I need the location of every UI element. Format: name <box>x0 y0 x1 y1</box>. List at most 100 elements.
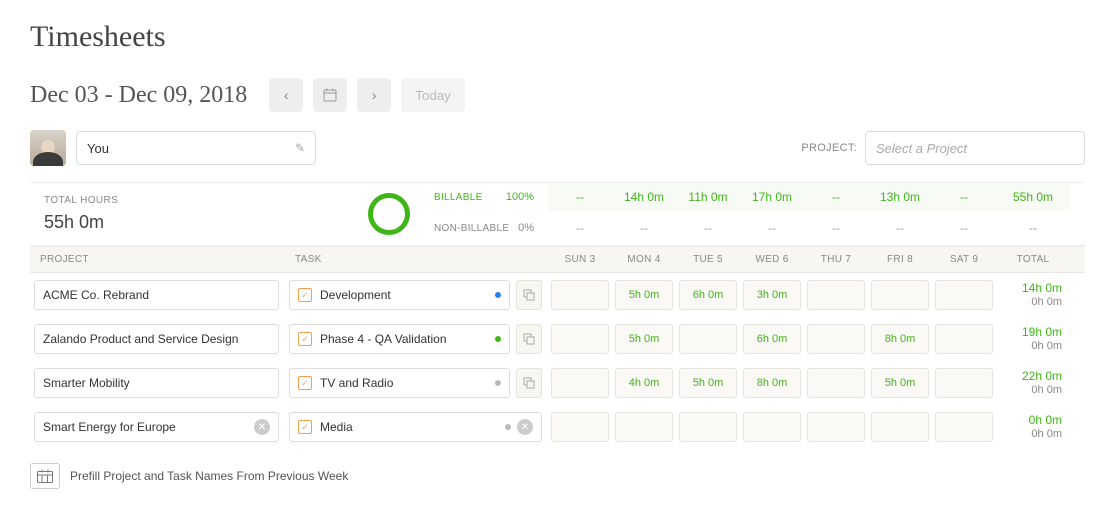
status-dot <box>495 336 501 342</box>
time-input[interactable] <box>871 280 929 310</box>
table-row: ACME Co. Rebrand ✓Development 14h 0m0h 0m <box>30 273 1085 317</box>
time-input[interactable] <box>551 280 609 310</box>
col-day: WED 6 <box>740 247 804 272</box>
time-input[interactable] <box>743 412 801 442</box>
page-title: Timesheets <box>30 20 1085 54</box>
nonbillable-day: -- <box>932 214 996 242</box>
next-week-button[interactable]: › <box>357 78 391 112</box>
prefill-button[interactable] <box>30 463 60 489</box>
row-total: 0h 0m0h 0m <box>996 413 1070 442</box>
time-input[interactable] <box>551 368 609 398</box>
project-name: Smarter Mobility <box>43 376 130 390</box>
time-input[interactable] <box>743 324 801 354</box>
pencil-icon: ✎ <box>295 141 305 155</box>
task-icon: ✓ <box>298 288 312 302</box>
time-input[interactable] <box>807 412 865 442</box>
billable-day: -- <box>804 183 868 211</box>
user-selector[interactable]: You ✎ <box>76 131 316 165</box>
task-icon: ✓ <box>298 376 312 390</box>
prev-week-button[interactable]: ‹ <box>269 78 303 112</box>
billable-day: -- <box>548 183 612 211</box>
time-input[interactable] <box>935 324 993 354</box>
task-input[interactable]: ✓ Media ✕ <box>289 412 542 442</box>
billable-day: 13h 0m <box>868 183 932 211</box>
expand-icon <box>523 333 535 345</box>
status-dot <box>505 424 511 430</box>
task-name: Phase 4 - QA Validation <box>320 332 447 346</box>
today-button[interactable]: Today <box>401 78 465 112</box>
project-filter-select[interactable]: Select a Project <box>865 131 1085 165</box>
task-input[interactable]: ✓ Phase 4 - QA Validation <box>289 324 510 354</box>
project-input[interactable]: Smart Energy for Europe ✕ <box>34 412 279 442</box>
date-range: Dec 03 - Dec 09, 2018 <box>30 82 247 109</box>
prefill-icon <box>37 469 53 483</box>
task-name: Media <box>320 420 353 434</box>
clear-project-button[interactable]: ✕ <box>254 419 270 435</box>
total-hours-label: TOTAL HOURS <box>44 195 336 206</box>
col-day: SUN 3 <box>548 247 612 272</box>
billable-day: 17h 0m <box>740 183 804 211</box>
time-input[interactable] <box>807 280 865 310</box>
time-input[interactable] <box>679 368 737 398</box>
task-input[interactable]: ✓TV and Radio <box>289 368 510 398</box>
prefill-label: Prefill Project and Task Names From Prev… <box>70 469 348 483</box>
row-total: 14h 0m0h 0m <box>996 281 1070 310</box>
time-input[interactable] <box>615 412 673 442</box>
task-icon: ✓ <box>298 332 312 346</box>
time-input[interactable] <box>807 324 865 354</box>
task-icon: ✓ <box>298 420 312 434</box>
table-row: Smarter Mobility✓TV and Radio22h 0m0h 0m <box>30 361 1085 405</box>
time-input[interactable] <box>615 280 673 310</box>
avatar <box>30 130 66 166</box>
time-input[interactable] <box>679 324 737 354</box>
project-name: Smart Energy for Europe <box>43 420 176 434</box>
time-input[interactable] <box>935 280 993 310</box>
nonbillable-day: -- <box>868 214 932 242</box>
time-input[interactable] <box>743 280 801 310</box>
expand-row-button[interactable] <box>516 280 542 310</box>
time-input[interactable] <box>551 412 609 442</box>
time-input[interactable] <box>615 368 673 398</box>
expand-row-button[interactable] <box>516 368 542 398</box>
expand-icon <box>523 289 535 301</box>
time-input[interactable] <box>935 412 993 442</box>
total-hours-value: 55h 0m <box>44 212 336 233</box>
project-name: Zalando Product and Service Design <box>43 332 238 346</box>
nonbillable-day: -- <box>804 214 868 242</box>
date-picker-button[interactable] <box>313 78 347 112</box>
nonbillable-label: NON-BILLABLE0% <box>428 214 548 242</box>
time-input[interactable] <box>615 324 673 354</box>
expand-row-button[interactable] <box>516 324 542 354</box>
col-project: PROJECT <box>30 247 285 272</box>
clear-task-button[interactable]: ✕ <box>517 419 533 435</box>
col-day: MON 4 <box>612 247 676 272</box>
time-input[interactable] <box>679 412 737 442</box>
task-input[interactable]: ✓Development <box>289 280 510 310</box>
expand-icon <box>523 377 535 389</box>
time-input[interactable] <box>807 368 865 398</box>
time-input[interactable] <box>935 368 993 398</box>
nonbillable-day: -- <box>548 214 612 242</box>
time-input[interactable] <box>551 324 609 354</box>
billable-day: -- <box>932 183 996 211</box>
billable-day: 14h 0m <box>612 183 676 211</box>
project-input[interactable]: ACME Co. Rebrand <box>34 280 279 310</box>
col-total: TOTAL <box>996 247 1070 272</box>
time-input[interactable] <box>679 280 737 310</box>
project-name: ACME Co. Rebrand <box>43 288 149 302</box>
time-input[interactable] <box>743 368 801 398</box>
time-input[interactable] <box>871 412 929 442</box>
nonbillable-day: -- <box>676 214 740 242</box>
time-input[interactable] <box>871 324 929 354</box>
col-day: THU 7 <box>804 247 868 272</box>
time-input[interactable] <box>871 368 929 398</box>
project-filter-label: PROJECT: <box>801 142 857 154</box>
table-row: Zalando Product and Service Design ✓ Phase… <box>30 317 1085 361</box>
col-day: TUE 5 <box>676 247 740 272</box>
table-row: Smart Energy for Europe ✕ ✓ Media ✕ 0h 0m0h 0… <box>30 405 1085 449</box>
project-input[interactable]: Smarter Mobility <box>34 368 279 398</box>
col-day: SAT 9 <box>932 247 996 272</box>
project-input[interactable]: Zalando Product and Service Design <box>34 324 279 354</box>
nonbillable-day: -- <box>612 214 676 242</box>
row-total: 19h 0m0h 0m <box>996 325 1070 354</box>
